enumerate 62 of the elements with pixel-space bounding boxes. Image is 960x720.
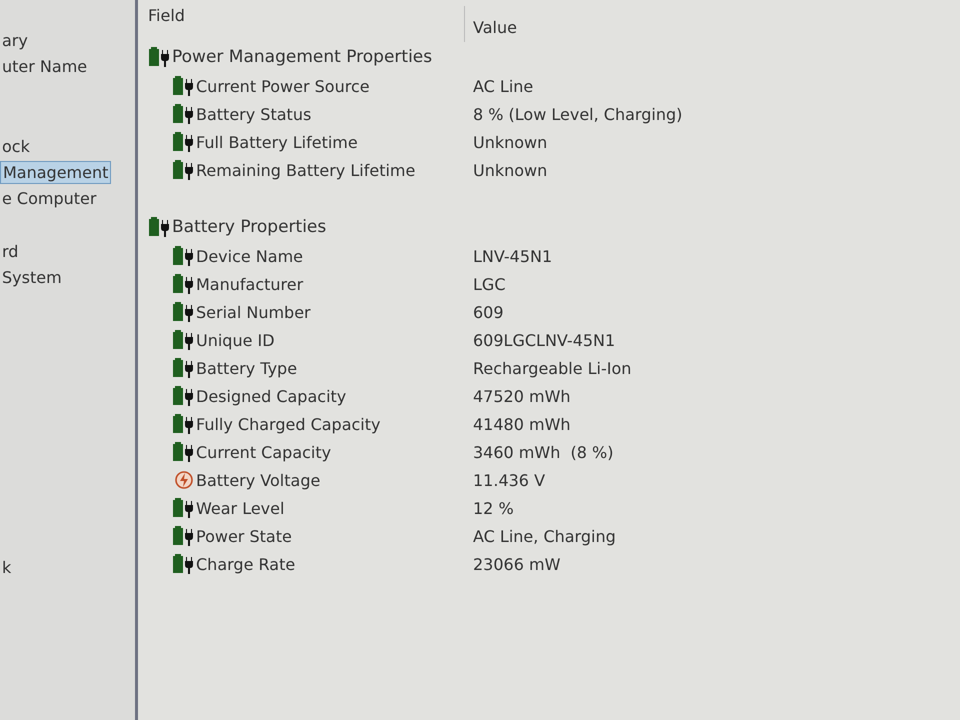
lightning-icon — [172, 470, 196, 490]
battery-plug-icon — [172, 160, 196, 180]
battery-plug-icon — [172, 498, 196, 518]
field-label: Current Power Source — [196, 76, 370, 96]
battery-plug-icon — [172, 526, 196, 546]
field-value: 609LGCLNV-45N1 — [472, 330, 616, 350]
sidebar-item[interactable]: uter Name — [0, 56, 90, 76]
field-value: 8 % (Low Level, Charging) — [472, 104, 682, 124]
battery-plug-icon — [172, 414, 196, 434]
field-label: Device Name — [196, 246, 304, 266]
field-value: AC Line, Charging — [472, 526, 616, 546]
column-header[interactable]: Value — [465, 6, 517, 42]
field-label: Power State — [196, 526, 292, 546]
field-value: Unknown — [472, 160, 548, 180]
field-label: Battery Voltage — [196, 470, 320, 490]
sidebar-item[interactable]: ock — [0, 136, 32, 156]
field-label: Charge Rate — [196, 554, 296, 574]
field-label: Current Capacity — [196, 442, 332, 462]
battery-plug-icon — [172, 302, 196, 322]
battery-plug-icon — [172, 274, 196, 294]
battery-plug-icon — [172, 76, 196, 96]
field-label: Full Battery Lifetime — [196, 132, 358, 152]
sidebar-item[interactable]: ary — [0, 30, 30, 50]
field-value: 11.436 V — [472, 470, 546, 490]
field-label: Battery Type — [196, 358, 298, 378]
battery-plug-icon — [172, 554, 196, 574]
battery-plug-icon — [172, 442, 196, 462]
group-title: Battery Properties — [172, 217, 326, 237]
field-value: Rechargeable Li-Ion — [472, 358, 632, 378]
sidebar-item[interactable]: rd — [0, 240, 20, 262]
battery-plug-icon — [172, 358, 196, 378]
battery-plug-icon — [172, 330, 196, 350]
field-label: Remaining Battery Lifetime — [196, 160, 416, 180]
field-value: 12 % — [472, 498, 514, 518]
field-value: LGC — [472, 274, 506, 294]
field-value: 3460 mWh (8 %) — [472, 442, 614, 462]
field-label: Wear Level — [196, 498, 284, 518]
column-header[interactable]: Field — [148, 6, 465, 42]
sidebar-item[interactable]: e Computer — [0, 188, 98, 208]
field-label: Serial Number — [196, 302, 311, 322]
battery-plug-icon — [148, 217, 172, 237]
battery-plug-icon — [172, 104, 196, 124]
sidebar-item[interactable]: System — [0, 266, 64, 288]
field-value: AC Line — [472, 76, 534, 96]
field-value: 609 — [472, 302, 504, 322]
field-value: 47520 mWh — [472, 386, 571, 406]
battery-plug-icon — [172, 386, 196, 406]
field-label: Fully Charged Capacity — [196, 414, 380, 434]
group-title: Power Management Properties — [172, 47, 432, 67]
battery-plug-icon — [172, 132, 196, 152]
field-label: Battery Status — [196, 104, 312, 124]
sidebar-item[interactable]: Management — [0, 160, 112, 184]
field-value: Unknown — [472, 132, 548, 152]
field-label: Unique ID — [196, 330, 275, 350]
field-value: LNV-45N1 — [472, 246, 552, 266]
field-value: 23066 mW — [472, 554, 560, 574]
field-label: Manufacturer — [196, 274, 304, 294]
field-label: Designed Capacity — [196, 386, 346, 406]
field-value: 41480 mWh — [472, 414, 571, 434]
battery-plug-icon — [172, 246, 196, 266]
battery-plug-icon — [148, 47, 172, 67]
sidebar-item[interactable]: k — [0, 556, 14, 578]
